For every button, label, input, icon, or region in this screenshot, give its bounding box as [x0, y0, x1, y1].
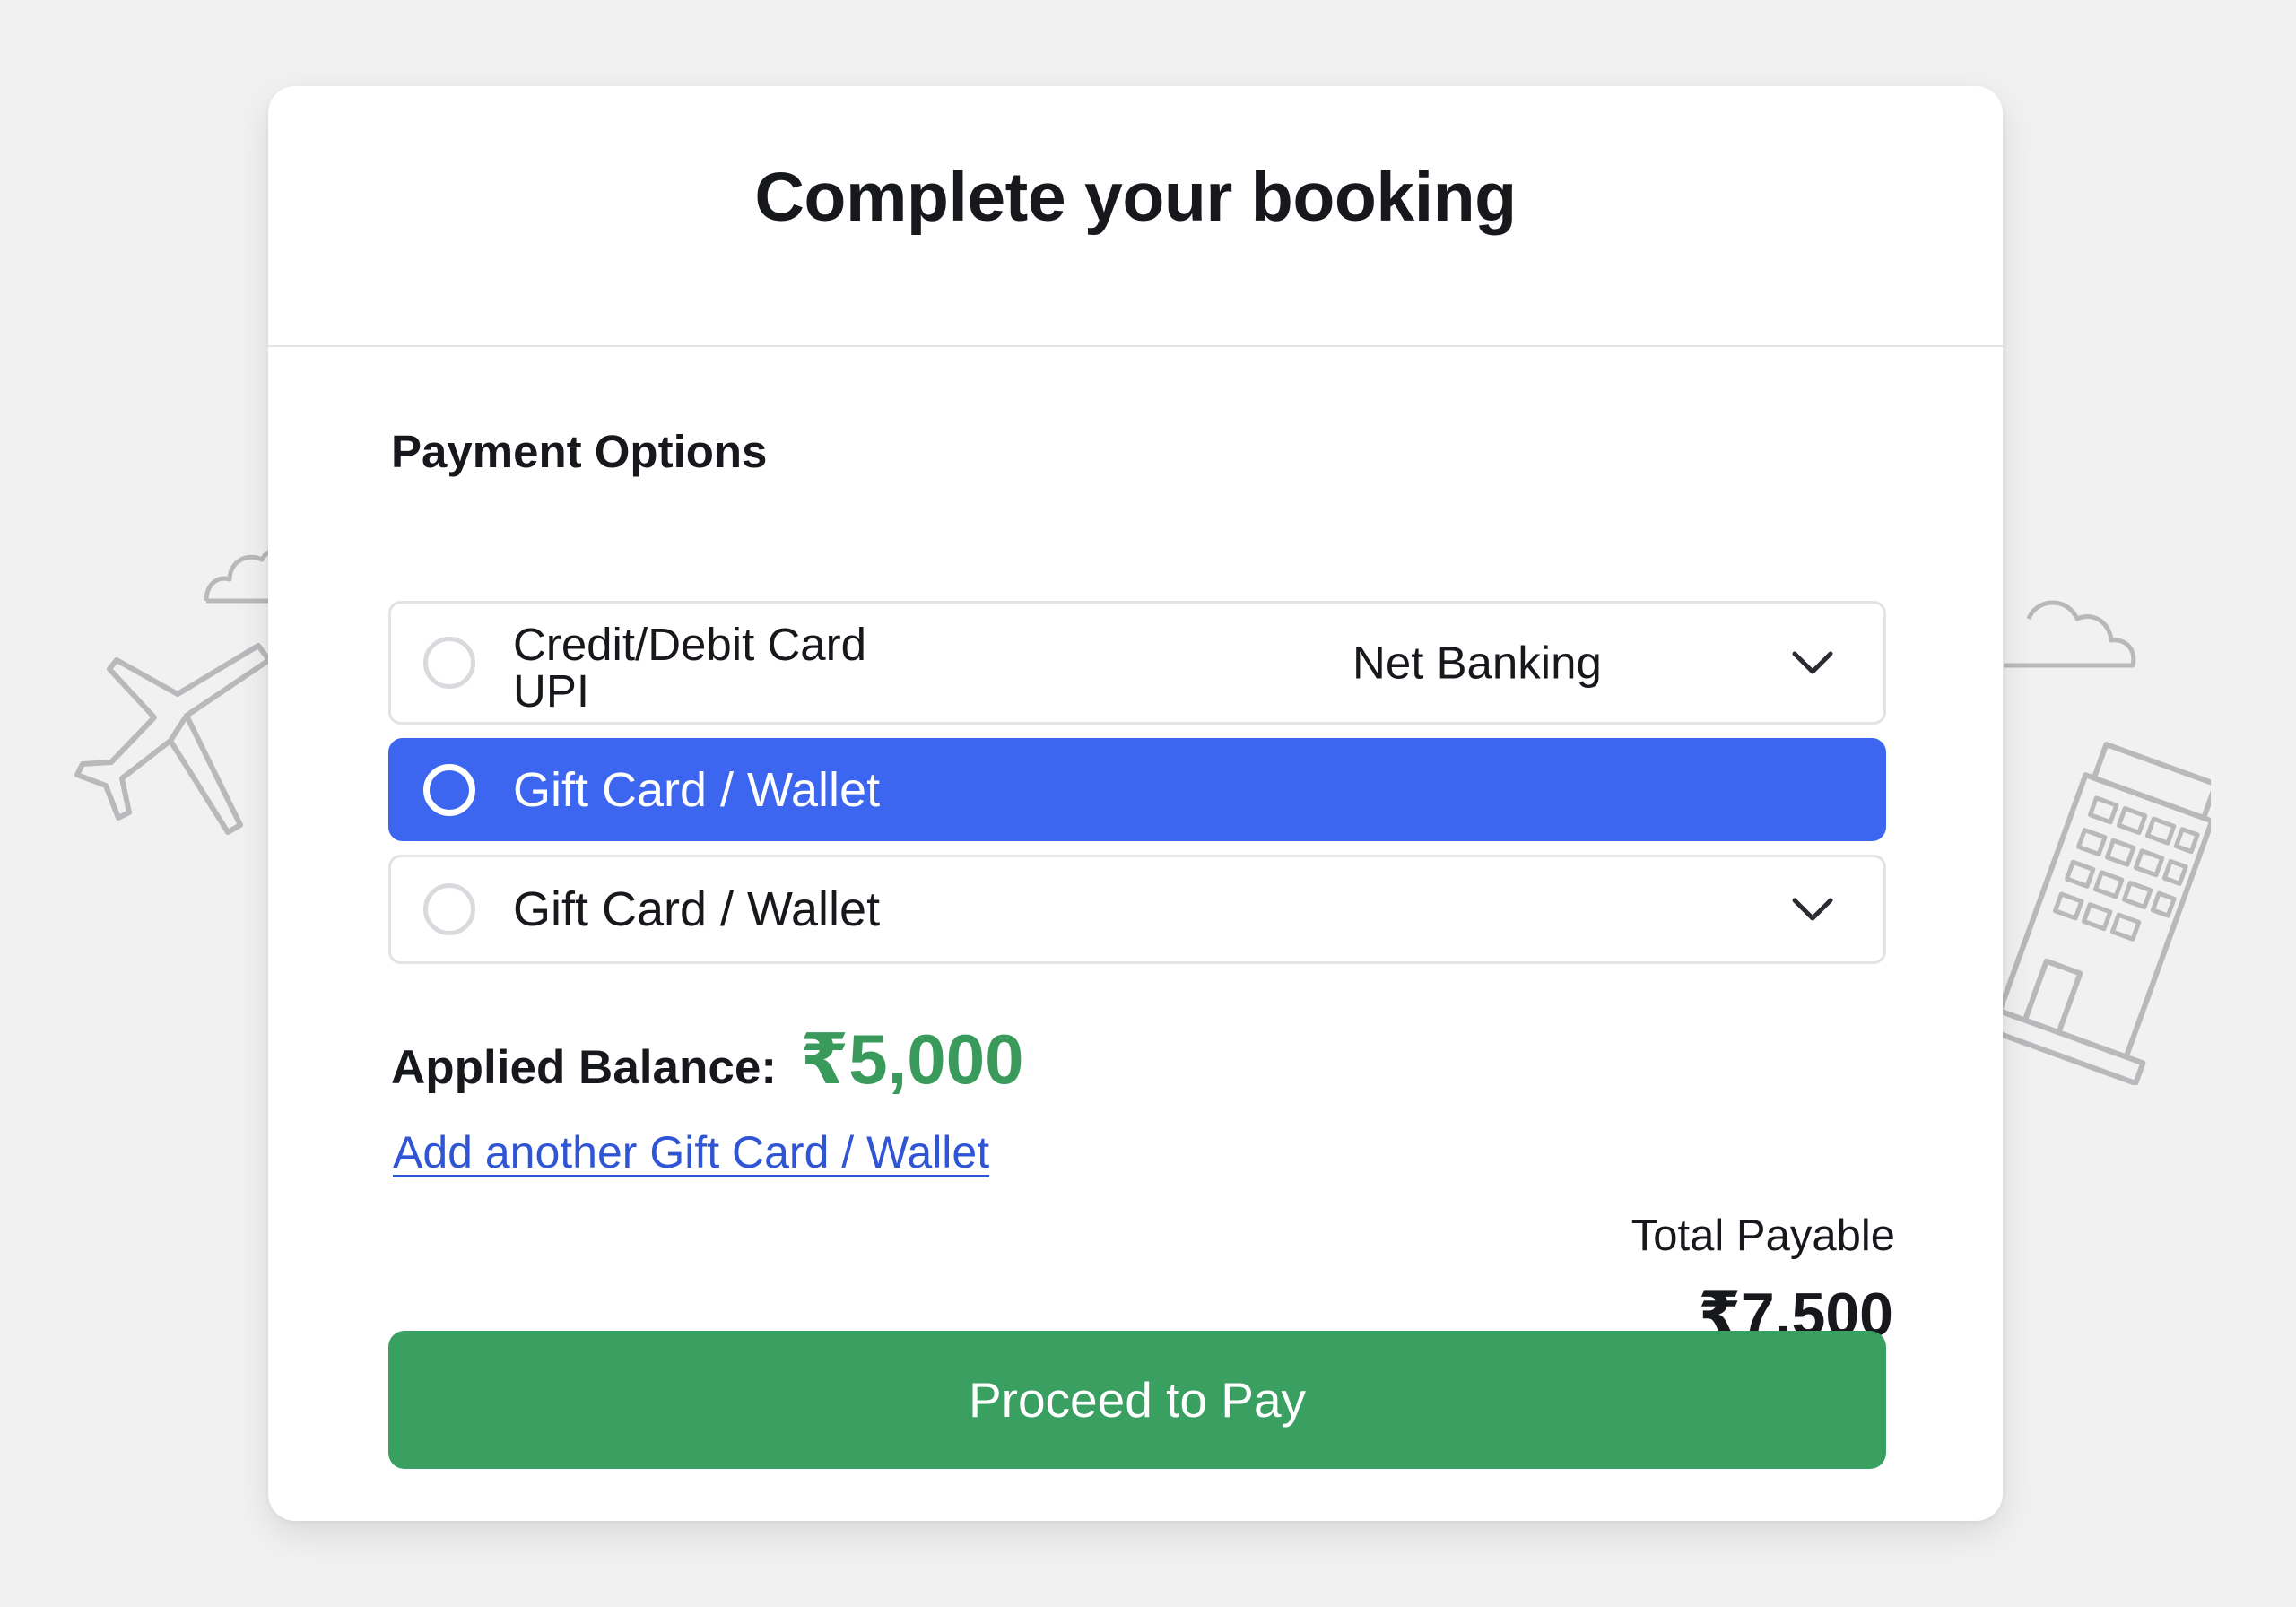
chevron-down-icon[interactable]	[1790, 896, 1835, 923]
airplane-icon	[70, 628, 276, 843]
proceed-to-pay-button[interactable]: Proceed to Pay	[388, 1331, 1886, 1469]
radio-button[interactable]	[423, 883, 475, 935]
hotel-building-icon	[1996, 735, 2211, 1085]
option-label-stack: Credit/Debit Card UPI	[513, 621, 866, 715]
payment-options-label: Payment Options	[391, 426, 768, 477]
page-title: Complete your booking	[754, 159, 1517, 236]
page-background: Complete your booking Payment Options Cr…	[0, 0, 2296, 1607]
applied-balance-row: Applied Balance: ₹5,000	[391, 1019, 1023, 1100]
option-label-gift-card: Gift Card / Wallet	[513, 882, 881, 936]
option-label-card: Credit/Debit Card	[513, 619, 866, 670]
total-payable-label: Total Payable	[1631, 1212, 1895, 1260]
add-gift-card-link[interactable]: Add another Gift Card / Wallet	[393, 1126, 989, 1178]
payment-option-gift-card-selected[interactable]: Gift Card / Wallet	[388, 738, 1886, 841]
applied-balance-amount: ₹5,000	[799, 1020, 1024, 1099]
card-header: Complete your booking	[268, 86, 2003, 347]
radio-button[interactable]	[423, 637, 475, 689]
option-label-gift-card: Gift Card / Wallet	[513, 762, 881, 817]
proceed-button-label: Proceed to Pay	[968, 1372, 1307, 1428]
payment-option-card-upi[interactable]: Credit/Debit Card UPI Net Banking	[388, 601, 1886, 725]
chevron-down-icon[interactable]	[1790, 649, 1835, 676]
applied-balance-label: Applied Balance:	[391, 1041, 777, 1094]
option-label-net-banking: Net Banking	[1352, 637, 1602, 689]
option-label-upi: UPI	[513, 665, 590, 717]
booking-card: Complete your booking Payment Options Cr…	[268, 86, 2003, 1521]
cloud-icon-right	[2000, 556, 2144, 673]
radio-button-selected[interactable]	[423, 763, 475, 816]
payment-option-gift-card[interactable]: Gift Card / Wallet	[388, 855, 1886, 964]
